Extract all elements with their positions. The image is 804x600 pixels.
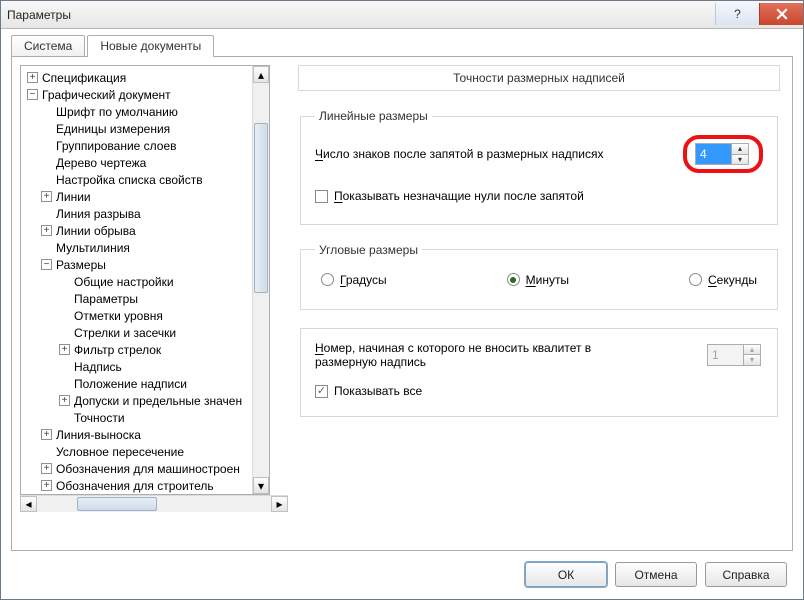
highlight-ring: ▴ ▾ — [683, 135, 763, 173]
titlebar: Параметры ? — [1, 1, 803, 29]
tree-item-cond-intersect[interactable]: Условное пересечение — [56, 445, 184, 459]
scroll-left-icon[interactable]: ◂ — [20, 496, 37, 512]
spinner-up-icon: ▴ — [743, 344, 761, 355]
tree-item-props-list[interactable]: Настройка списка свойств — [56, 173, 203, 187]
tree-item-font[interactable]: Шрифт по умолчанию — [56, 105, 178, 119]
checkbox-icon — [315, 190, 328, 203]
collapse-icon[interactable]: − — [41, 259, 52, 270]
scroll-right-icon[interactable]: ▸ — [271, 496, 288, 512]
quality-spinner: ▴ ▾ — [707, 344, 763, 366]
panel-title: Точности размерных надписей — [298, 65, 780, 91]
tree-item-mech-notes[interactable]: Обозначения для машиностроен — [56, 462, 240, 476]
radio-icon — [507, 273, 520, 286]
tree-item-drawing-tree[interactable]: Дерево чертежа — [56, 156, 146, 170]
expand-icon[interactable]: + — [59, 344, 70, 355]
expand-icon[interactable]: + — [41, 429, 52, 440]
scroll-down-icon[interactable]: ▾ — [253, 477, 269, 494]
tab-new-documents[interactable]: Новые документы — [87, 35, 214, 57]
radio-seconds[interactable]: Секунды — [689, 273, 757, 287]
decimals-spinner[interactable]: ▴ ▾ — [695, 143, 751, 165]
show-all-checkbox[interactable]: Показывать все — [315, 384, 422, 398]
ok-button[interactable]: ОК — [525, 562, 607, 587]
vertical-scrollbar[interactable]: ▴ ▾ — [252, 66, 269, 494]
settings-dialog: Параметры ? Система Новые документы + Спе… — [0, 0, 804, 600]
decimals-label: Число знаков после запятой в размерных н… — [315, 147, 603, 161]
tree-item-label-pos[interactable]: Положение надписи — [74, 377, 187, 391]
dialog-buttons: ОК Отмена Справка — [11, 552, 793, 589]
radio-degrees[interactable]: Градусы — [321, 273, 387, 287]
linear-dimensions-group: Линейные размеры Число знаков после запя… — [300, 109, 778, 225]
tree-item-spec[interactable]: Спецификация — [42, 71, 126, 85]
help-titlebar-button[interactable]: ? — [715, 3, 759, 25]
tree-item-multiline[interactable]: Мультилиния — [56, 241, 130, 255]
expand-icon[interactable]: + — [41, 191, 52, 202]
expand-icon[interactable]: + — [41, 480, 52, 491]
spinner-down-icon: ▾ — [743, 354, 761, 366]
tab-bar: Система Новые документы — [11, 35, 793, 57]
tree-item-lines[interactable]: Линии — [56, 190, 91, 204]
expand-icon[interactable]: + — [41, 225, 52, 236]
show-zeros-label: Показывать незначащие нули после запятой — [334, 189, 584, 203]
show-all-label: Показывать все — [334, 384, 422, 398]
radio-minutes[interactable]: Минуты — [507, 273, 569, 287]
close-icon — [776, 8, 788, 20]
spinner-up-icon[interactable]: ▴ — [731, 143, 749, 154]
tree-item-arrow-filter[interactable]: Фильтр стрелок — [74, 343, 161, 357]
tree-item-dimensions[interactable]: Размеры — [56, 258, 106, 272]
tree-item-units[interactable]: Единицы измерения — [56, 122, 170, 136]
radio-icon — [689, 273, 702, 286]
tab-system[interactable]: Система — [11, 35, 85, 57]
scroll-thumb-h[interactable] — [77, 497, 157, 511]
tree-item-label[interactable]: Надпись — [74, 360, 122, 374]
tree-view[interactable]: +Спецификация −Графический документ Шриф… — [20, 65, 270, 495]
quality-label: Номер, начиная с которого не вносить ква… — [315, 341, 625, 369]
show-trailing-zeros-checkbox[interactable]: Показывать незначащие нули после запятой — [315, 189, 584, 203]
linear-group-legend: Линейные размеры — [315, 109, 432, 123]
tree-item-break-line[interactable]: Линия разрыва — [56, 207, 141, 221]
quality-group: Номер, начиная с которого не вносить ква… — [300, 328, 778, 418]
tree-item-leader[interactable]: Линия-выноска — [56, 428, 141, 442]
scroll-thumb[interactable] — [254, 123, 268, 293]
tree-item-cutoff-lines[interactable]: Линии обрыва — [56, 224, 136, 238]
tree-item-level-marks[interactable]: Отметки уровня — [74, 309, 163, 323]
collapse-icon[interactable]: − — [27, 89, 38, 100]
angular-dimensions-group: Угловые размеры Градусы Минуты Секунд — [300, 243, 778, 310]
tree-item-arrows[interactable]: Стрелки и засечки — [74, 326, 176, 340]
scroll-up-icon[interactable]: ▴ — [253, 66, 269, 83]
tree-item-parameters[interactable]: Параметры — [74, 292, 138, 306]
expand-icon[interactable]: + — [27, 72, 38, 83]
angular-group-legend: Угловые размеры — [315, 243, 422, 257]
settings-panel: Точности размерных надписей Линейные раз… — [294, 65, 784, 542]
tree-item-graphic-doc[interactable]: Графический документ — [42, 88, 171, 102]
quality-input — [707, 344, 743, 366]
tree-item-general[interactable]: Общие настройки — [74, 275, 174, 289]
expand-icon[interactable]: + — [41, 463, 52, 474]
tree-item-precisions[interactable]: Точности — [74, 411, 125, 425]
decimals-input[interactable] — [695, 143, 731, 165]
radio-icon — [321, 273, 334, 286]
tree-item-layer-group[interactable]: Группирование слоев — [56, 139, 177, 153]
horizontal-scrollbar[interactable]: ◂ ▸ — [20, 495, 288, 512]
expand-icon[interactable]: + — [59, 395, 70, 406]
spinner-down-icon[interactable]: ▾ — [731, 154, 749, 166]
window-title: Параметры — [7, 8, 715, 22]
cancel-button[interactable]: Отмена — [615, 562, 697, 587]
close-button[interactable] — [759, 3, 803, 25]
checkbox-icon — [315, 385, 328, 398]
tree-item-trailing[interactable]: Обозначения для строитель — [56, 479, 214, 493]
help-button[interactable]: Справка — [705, 562, 787, 587]
tree-item-tolerances[interactable]: Допуски и предельные значен — [74, 394, 242, 408]
